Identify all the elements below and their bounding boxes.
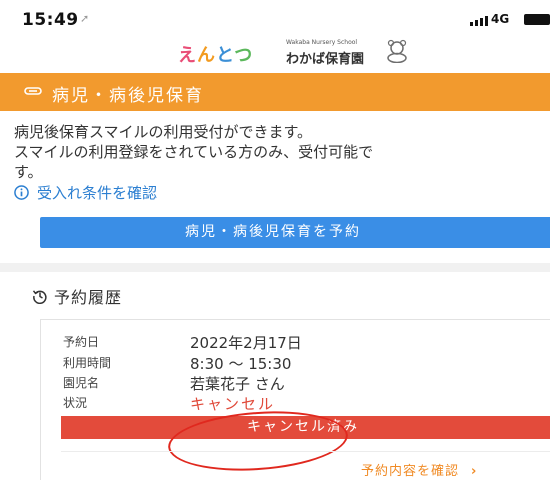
section-header: 病児・病後児保育	[0, 73, 550, 111]
child-name-value: 若葉花子 さん	[190, 375, 285, 393]
history-title-label: 予約履歴	[54, 288, 123, 307]
reservation-date-value: 2022年2月17日	[190, 334, 302, 352]
location-arrow-icon: ➚	[80, 12, 90, 25]
logo-brand: えんとつ	[178, 41, 253, 67]
logo-brand-char: え	[178, 45, 197, 66]
reservation-card: 予約日 2022年2月17日 利用時間 8:30 〜 15:30 園児名 若葉花…	[40, 319, 550, 480]
description-line: スマイルの利用登録をされている方のみ、受付可能で	[14, 143, 374, 161]
logo-brand-char: と	[216, 45, 235, 66]
status-label: 状況	[63, 396, 88, 410]
logo-tagline: Wakaba Nursery School	[286, 39, 358, 46]
conditions-link[interactable]: 受入れ条件を確認	[14, 181, 157, 203]
view-details-label: 予約内容を確認	[361, 464, 460, 479]
description-line: 病児後保育スマイルの利用受付ができます。	[14, 123, 313, 141]
chevron-right-icon: ›	[471, 464, 478, 479]
child-name-label: 園児名	[63, 376, 100, 390]
description-line: す。	[14, 163, 43, 181]
info-icon	[14, 184, 29, 200]
signal-icon	[470, 16, 488, 26]
bear-logo-icon	[387, 39, 407, 63]
status-bar: 15:49 ➚ 4G	[0, 0, 550, 34]
logo-name: わかば保育園	[286, 52, 365, 67]
logo-brand-char: つ	[234, 45, 254, 66]
network-type: 4G	[491, 12, 510, 26]
battery-icon	[524, 14, 550, 25]
nursery-logo: えんとつ Wakaba Nursery School わかば保育園	[178, 33, 414, 69]
reserve-button[interactable]: 病児・病後児保育を予約	[40, 217, 550, 248]
service-description: 病児後保育スマイルの利用受付ができます。 スマイルの利用登録をされている方のみ、…	[14, 122, 550, 182]
thermometer-icon	[24, 87, 42, 95]
logo-brand-char: ん	[197, 45, 216, 66]
view-details-link[interactable]: 予約内容を確認 ›	[361, 460, 477, 479]
reserve-button-label: 病児・病後児保育を予約	[185, 224, 361, 240]
usage-time-label: 利用時間	[63, 356, 112, 370]
history-icon	[32, 290, 47, 304]
section-divider	[0, 263, 550, 272]
conditions-link-label: 受入れ条件を確認	[37, 183, 158, 202]
page-title: 病児・病後児保育	[52, 86, 204, 106]
card-divider	[61, 451, 550, 452]
status-time: 15:49	[22, 10, 79, 30]
reservation-date-label: 予約日	[63, 335, 100, 349]
history-title: 予約履歴	[32, 285, 122, 307]
usage-time-value: 8:30 〜 15:30	[190, 355, 292, 373]
